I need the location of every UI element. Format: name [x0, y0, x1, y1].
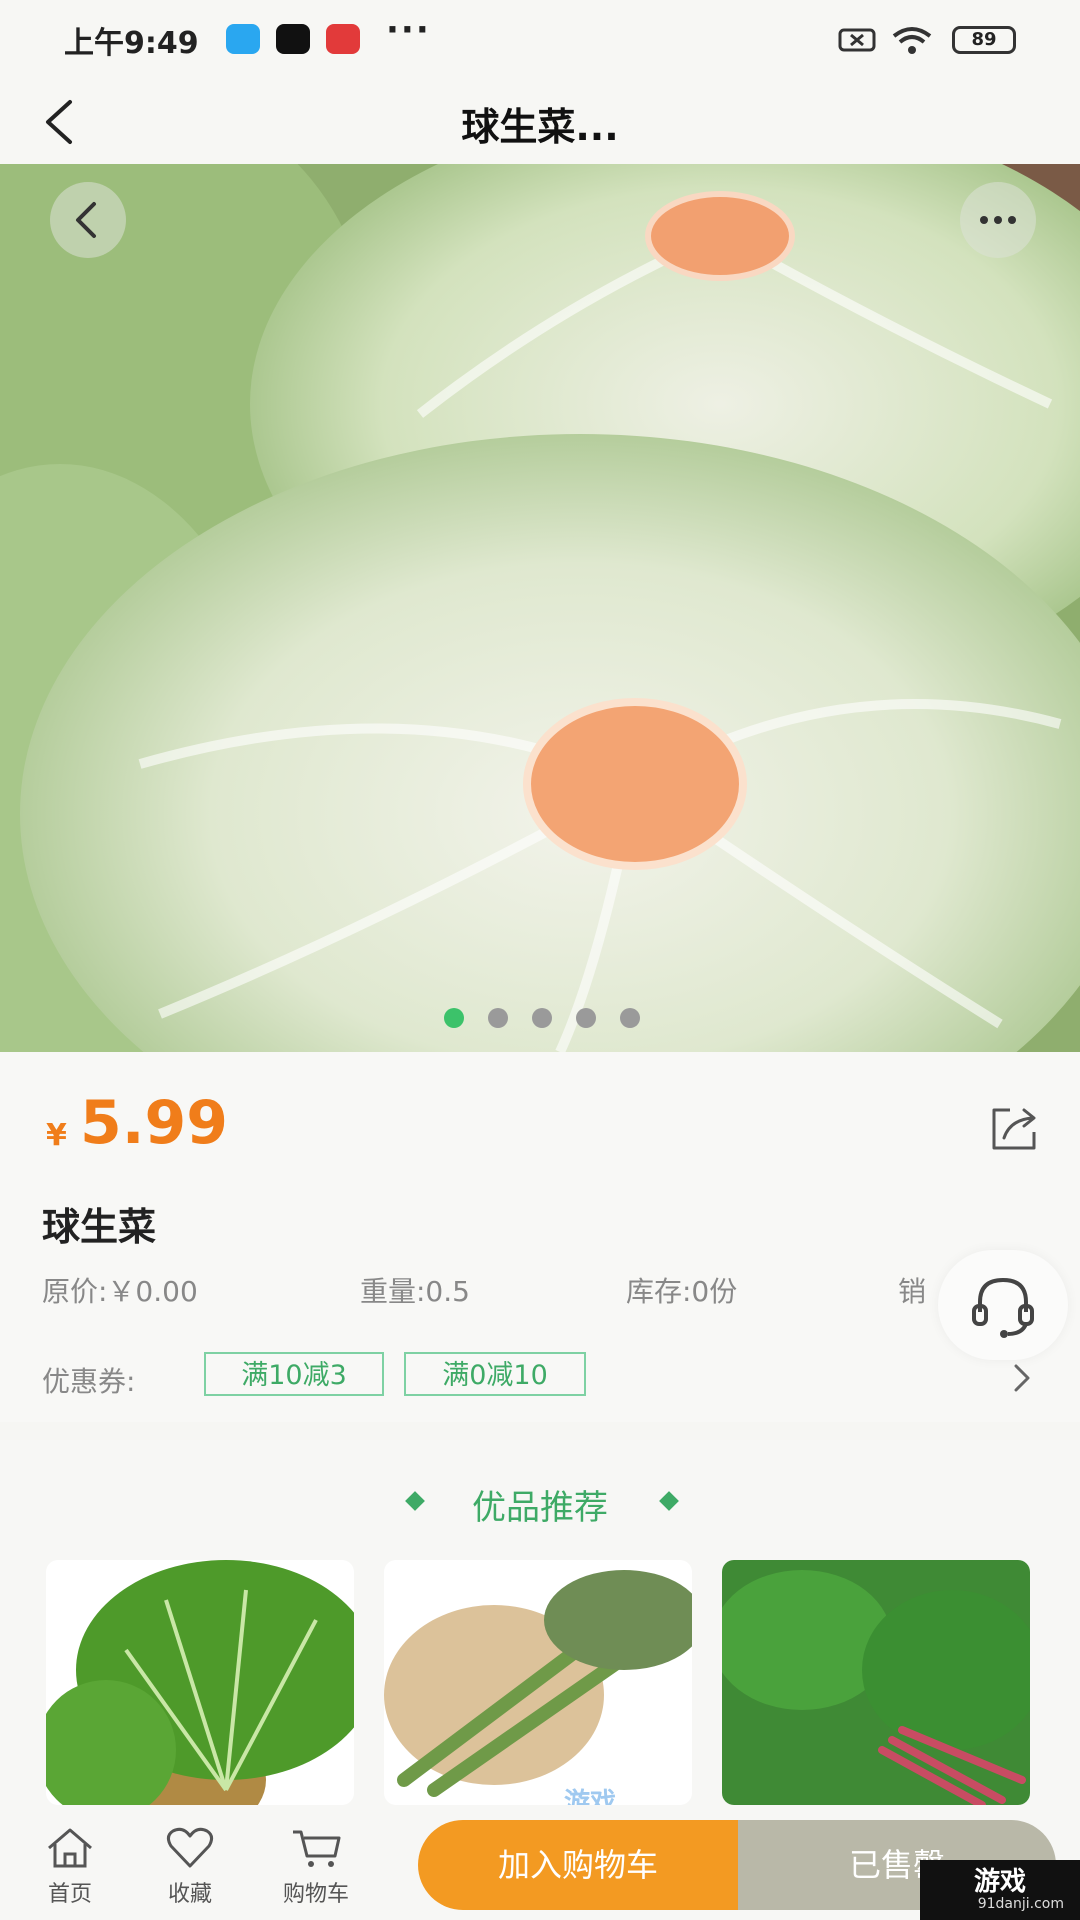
- sim-off-icon: [838, 28, 876, 52]
- chevron-left-icon: [76, 202, 96, 238]
- tab-home-label: 首页: [47, 1882, 92, 1907]
- share-button[interactable]: [988, 1104, 1042, 1154]
- endive-photo: [46, 1560, 354, 1805]
- status-time: 上午9:49: [64, 26, 199, 61]
- add-to-cart-button[interactable]: 加入购物车: [418, 1820, 738, 1910]
- tab-favorite[interactable]: 收藏: [140, 1826, 240, 1908]
- carousel-dot[interactable]: [576, 1008, 596, 1028]
- recommend-item-chicory[interactable]: [384, 1560, 692, 1805]
- battery-indicator: 89: [952, 26, 1016, 54]
- recommend-item-spinach[interactable]: [722, 1560, 1030, 1805]
- more-dots-icon: [980, 216, 1016, 224]
- product-sales: 销: [898, 1275, 927, 1308]
- page-title: 球生菜...: [461, 105, 619, 149]
- status-bar: 上午9:49 ··· 89: [0, 0, 1080, 80]
- spinach-photo: [722, 1560, 1030, 1805]
- coupon-chip[interactable]: 满0减10: [404, 1352, 586, 1396]
- currency-symbol: ¥: [46, 1118, 67, 1153]
- chicory-photo: [384, 1560, 692, 1805]
- tiktok-app-icon: [276, 24, 310, 54]
- carousel-dot[interactable]: [620, 1008, 640, 1028]
- product-image-carousel[interactable]: [0, 164, 1080, 1052]
- customer-service-button[interactable]: [938, 1250, 1068, 1360]
- carousel-dot[interactable]: [488, 1008, 508, 1028]
- home-icon: [48, 1828, 92, 1868]
- wifi-icon: [892, 27, 932, 54]
- coupon-more-chevron-icon[interactable]: [1010, 1362, 1034, 1394]
- original-price: 原价:￥0.00: [42, 1275, 198, 1308]
- message-app-icon: [226, 24, 260, 54]
- recommend-title: 优品推荐: [472, 1488, 608, 1528]
- coupon-chip[interactable]: 满10减3: [204, 1352, 384, 1396]
- product-weight: 重量:0.5: [360, 1275, 470, 1308]
- tab-favorite-label: 收藏: [167, 1882, 212, 1907]
- product-stock: 库存:0份: [626, 1275, 738, 1308]
- gallery-more-button[interactable]: [960, 182, 1036, 258]
- status-more: ···: [386, 10, 431, 50]
- heart-icon: [166, 1827, 214, 1868]
- lettuce-photo: [0, 164, 1080, 1052]
- watermark-site: 91danji.com: [977, 1896, 1064, 1912]
- tab-cart-label: 购物车: [282, 1882, 349, 1907]
- gallery-back-button[interactable]: [50, 182, 126, 258]
- tab-cart[interactable]: 购物车: [266, 1826, 366, 1908]
- carousel-dot[interactable]: [444, 1008, 464, 1028]
- headset-icon: [972, 1277, 1034, 1338]
- news-app-icon: [326, 24, 360, 54]
- cart-icon: [293, 1830, 341, 1867]
- coupon-label: 优惠券:: [42, 1365, 136, 1398]
- carousel-dot[interactable]: [532, 1008, 552, 1028]
- product-name: 球生菜: [42, 1205, 157, 1249]
- tab-home[interactable]: 首页: [20, 1826, 120, 1908]
- nav-bar: 球生菜...: [0, 80, 1080, 164]
- recommend-item-endive[interactable]: [46, 1560, 354, 1805]
- product-price: 5.99: [80, 1088, 229, 1158]
